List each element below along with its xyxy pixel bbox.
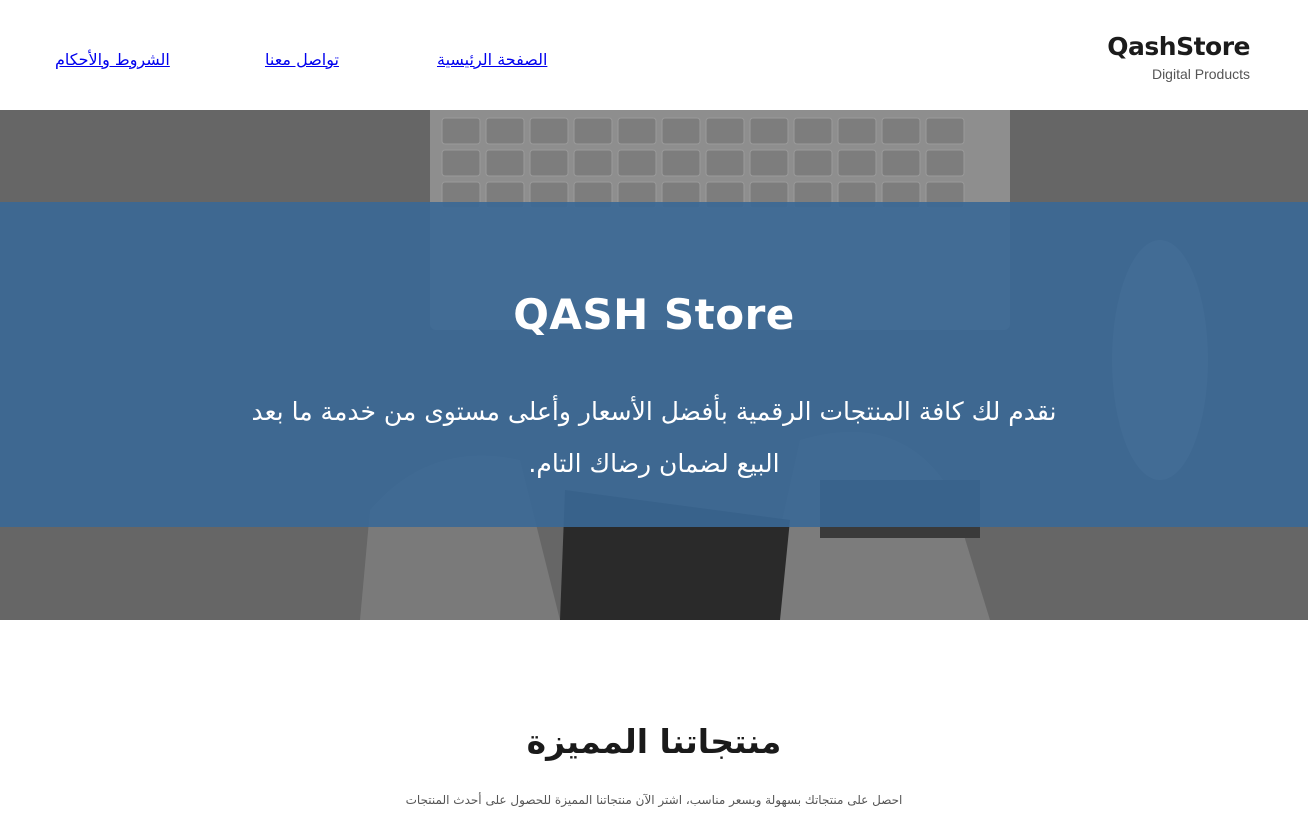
nav-link-terms[interactable]: الشروط والأحكام	[55, 50, 170, 69]
featured-products-subtitle: احصل على منتجاتك بسهولة وبسعر مناسب، اشت…	[405, 793, 903, 807]
hero-title: QASH Store	[513, 290, 795, 339]
hero-description: نقدم لك كافة المنتجات الرقمية بأفضل الأس…	[251, 397, 1057, 478]
brand-name[interactable]: QashStore	[1107, 32, 1250, 62]
brand-logo[interactable]: QashStore Digital Products	[1107, 32, 1250, 82]
nav-link-home[interactable]: الصفحة الرئيسية	[437, 50, 547, 69]
nav-link-contact[interactable]: تواصل معنا	[265, 50, 339, 69]
hero-section: QASH Store نقدم لك كافة المنتجات الرقمية…	[0, 110, 1308, 620]
featured-products-heading: منتجاتنا المميزة	[526, 722, 782, 761]
site-header: QashStore Digital Products الصفحة الرئيس…	[0, 0, 1308, 110]
brand-tagline: Digital Products	[1151, 66, 1250, 82]
